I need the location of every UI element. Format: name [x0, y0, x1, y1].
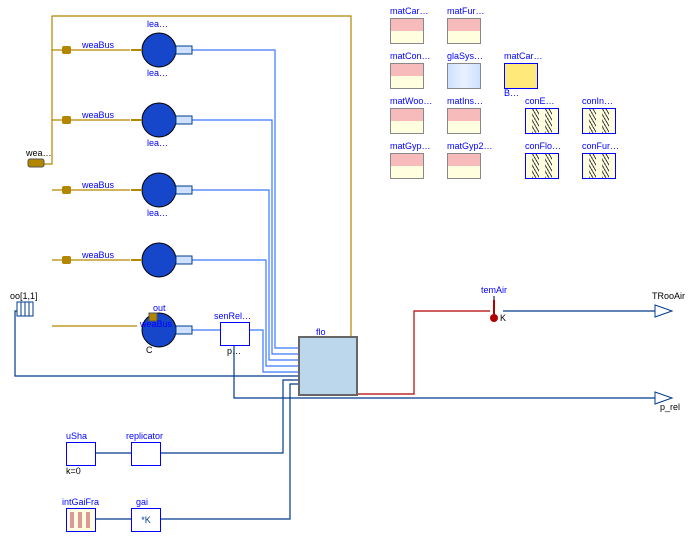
flo-block: [298, 336, 358, 396]
matcar2-label: matCar…: [504, 51, 543, 61]
thermometer-icon: [490, 296, 498, 322]
cone-label: conE…: [525, 96, 555, 106]
matins-label: matIns…: [447, 96, 483, 106]
gai-label: gai: [136, 497, 148, 507]
matwoo-label: matWoo…: [390, 96, 432, 106]
matfur-label: matFur…: [447, 6, 485, 16]
matcar2-icon: [504, 63, 538, 89]
matcar-label: matCar…: [390, 6, 429, 16]
senrel-label: senRel…: [214, 311, 251, 321]
p-label: p…: [227, 346, 241, 356]
matcar-icon: [390, 18, 424, 44]
k0-label: k=0: [66, 466, 81, 476]
wea-connector-icon: [28, 159, 44, 167]
weabus-dot-icon: [62, 186, 71, 194]
matgyp2-label: matGyp2…: [447, 141, 493, 151]
confur-label: conFur…: [582, 141, 619, 151]
senrel-block: [220, 322, 250, 346]
wea-label: wea…: [26, 148, 52, 158]
weabus-label-1: weaBus: [82, 110, 114, 120]
conin-label: conIn…: [582, 96, 613, 106]
weabus-label-4: weaBus: [140, 319, 172, 329]
prel-label: p_rel: [660, 402, 680, 412]
gai-box-text: *K: [141, 515, 151, 525]
lea-label-1: lea…: [147, 138, 168, 148]
matgyp-label: matGyp…: [390, 141, 431, 151]
usha-block: [66, 442, 96, 466]
weabus-label-3: weaBus: [82, 250, 114, 260]
matcon-icon: [390, 63, 424, 89]
glasys-icon: [447, 63, 481, 89]
intgaifra-block: [66, 508, 96, 532]
k-label: K: [500, 313, 506, 323]
matgyp2-icon: [447, 153, 481, 179]
matwoo-icon: [390, 108, 424, 134]
conin-icon: [582, 108, 616, 134]
conflo-icon: [525, 153, 559, 179]
gai-block: *K: [131, 508, 161, 532]
oo-label: oo[1,1]: [10, 291, 38, 301]
matins-icon: [447, 108, 481, 134]
trooair-label: TRooAir: [652, 291, 685, 301]
intgaifra-label: intGaiFra: [62, 497, 99, 507]
matcar2-sub-label: B…: [504, 88, 519, 98]
matcon-label: matCon…: [390, 51, 431, 61]
cone-icon: [525, 108, 559, 134]
weabus-label-2: weaBus: [82, 180, 114, 190]
usha-label: uSha: [66, 431, 87, 441]
oo-vector-icon: [17, 302, 33, 316]
glasys-label: glaSys…: [447, 51, 483, 61]
conflo-label: conFlo…: [525, 141, 561, 151]
matgyp-icon: [390, 153, 424, 179]
lea-block: [131, 33, 192, 67]
weabus-label-0: weaBus: [82, 40, 114, 50]
flo-label: flo: [316, 327, 326, 337]
replicator-label: replicator: [126, 431, 163, 441]
temair-label: temAir: [481, 285, 507, 295]
weabus-dot-icon: [62, 116, 71, 124]
lea-label-0: lea…: [147, 19, 168, 29]
out-label: out: [153, 303, 166, 313]
weabus-dot-icon: [62, 46, 71, 54]
confur-icon: [582, 153, 616, 179]
lea-label-2: lea…: [147, 208, 168, 218]
lea-label-0b: lea…: [147, 68, 168, 78]
output-trooair-icon: [655, 305, 672, 317]
replicator-block: [131, 442, 161, 466]
matfur-icon: [447, 18, 481, 44]
weabus-dot-icon: [62, 256, 71, 264]
c-label: C: [146, 345, 153, 355]
